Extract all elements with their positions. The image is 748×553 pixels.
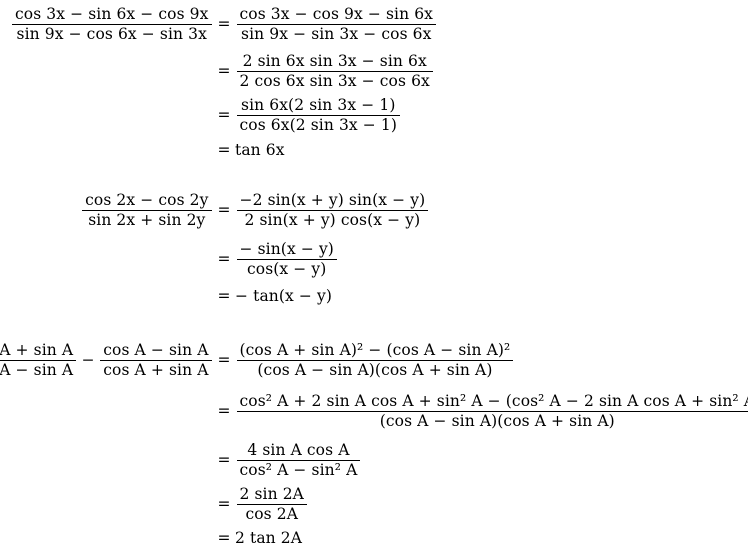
fraction: cos² A + 2 sin A cos A + sin² A − (cos² … xyxy=(236,392,748,430)
derivation-block-minus-tan: cos 2x − cos 2y sin 2x + sin 2y = −2 sin… xyxy=(0,186,520,310)
fraction-denominator: sin 9x − cos 6x − sin 3x xyxy=(11,24,212,43)
fraction-denominator: sin 2x + sin 2y xyxy=(82,210,212,229)
equation-line: = 2 sin 6x sin 3x − sin 6x 2 cos 6x sin … xyxy=(0,50,500,94)
relation-symbol: = xyxy=(217,287,231,306)
equation-line: = tan 6x xyxy=(0,138,500,164)
equation-rhs: 2 tan 2A xyxy=(235,531,302,547)
relation-symbol: = xyxy=(217,450,231,469)
relation-symbol: = xyxy=(217,351,231,370)
fraction: cos 3x − sin 6x − cos 9x sin 9x − cos 6x… xyxy=(11,5,212,43)
derivation-block-tan6x: cos 3x − sin 6x − cos 9x sin 9x − cos 6x… xyxy=(0,0,500,164)
fraction: 4 sin A cos A cos² A − sin² A xyxy=(236,440,361,479)
fraction-denominator: (cos A − sin A)(cos A + sin A) xyxy=(236,360,514,379)
equation-lhs: cos 2x − cos 2y sin 2x + sin 2y xyxy=(0,193,213,229)
fraction-denominator: cos 2A xyxy=(236,504,307,523)
fraction-numerator: cos² A + 2 sin A cos A + sin² A − (cos² … xyxy=(239,392,748,411)
equation-line: = 2 tan 2A xyxy=(0,527,748,551)
relation-symbol: = xyxy=(217,141,231,160)
equation-lhs: cos A + sin A cos A − sin A − cos A − si… xyxy=(0,343,213,379)
equation-line: = 4 sin A cos A cos² A − sin² A xyxy=(0,438,748,483)
relation-symbol: = xyxy=(217,250,231,269)
equation-line: = − sin(x − y) cos(x − y) xyxy=(0,236,520,284)
fraction-numerator: − sin(x − y) xyxy=(239,240,334,259)
equation-line: = 2 sin 2A cos 2A xyxy=(0,483,748,527)
fraction: 2 sin 2A cos 2A xyxy=(236,485,307,523)
fraction-numerator: −2 sin(x + y) sin(x − y) xyxy=(239,191,426,210)
equation-line: cos 2x − cos 2y sin 2x + sin 2y = −2 sin… xyxy=(0,186,520,236)
fraction-denominator: 2 cos 6x sin 3x − cos 6x xyxy=(236,71,433,90)
equation-line: = − tan(x − y) xyxy=(0,284,520,310)
equation-rhs: 4 sin A cos A cos² A − sin² A xyxy=(235,440,362,479)
relation-symbol: = xyxy=(217,495,231,514)
relation-symbol: = xyxy=(217,402,231,421)
relation-symbol: = xyxy=(217,15,231,34)
fraction-denominator: (cos A − sin A)(cos A + sin A) xyxy=(236,411,748,430)
fraction-numerator: 4 sin A cos A xyxy=(247,440,350,459)
fraction-denominator: sin 9x − sin 3x − cos 6x xyxy=(236,24,437,43)
relation-symbol: = xyxy=(217,62,231,81)
equation-rhs: cos² A + 2 sin A cos A + sin² A − (cos² … xyxy=(235,394,748,430)
fraction-denominator: cos 6x(2 sin 3x − 1) xyxy=(236,115,401,134)
fraction: sin 6x(2 sin 3x − 1) cos 6x(2 sin 3x − 1… xyxy=(236,96,401,134)
equation-rhs: −2 sin(x + y) sin(x − y) 2 sin(x + y) co… xyxy=(235,193,430,229)
fraction-denominator: cos A + sin A xyxy=(100,360,212,379)
relation-symbol: = xyxy=(217,106,231,125)
equation-line: = sin 6x(2 sin 3x − 1) cos 6x(2 sin 3x −… xyxy=(0,94,500,138)
derivation-block-two-tan-2A: cos A + sin A cos A − sin A − cos A − si… xyxy=(0,336,748,551)
equation-rhs: sin 6x(2 sin 3x − 1) cos 6x(2 sin 3x − 1… xyxy=(235,98,402,134)
expression: − tan(x − y) xyxy=(235,287,333,306)
expression: tan 6x xyxy=(235,141,285,160)
fraction: cos A − sin A cos A + sin A xyxy=(100,341,212,379)
expression: 2 tan 2A xyxy=(235,529,303,548)
fraction-numerator: 2 sin 2A xyxy=(239,485,304,504)
equation-line: cos A + sin A cos A − sin A − cos A − si… xyxy=(0,336,748,386)
derivation-block-clip: cos A + sin A cos A − sin A − cos A − si… xyxy=(0,336,748,553)
fraction: (cos A + sin A)² − (cos A − sin A)² (cos… xyxy=(236,341,514,379)
fraction: −2 sin(x + y) sin(x − y) 2 sin(x + y) co… xyxy=(236,191,429,229)
equation-rhs: 2 sin 2A cos 2A xyxy=(235,487,308,523)
fraction-numerator: 2 sin 6x sin 3x − sin 6x xyxy=(242,52,427,71)
fraction-numerator: cos A + sin A xyxy=(0,341,74,360)
fraction: cos 3x − cos 9x − sin 6x sin 9x − sin 3x… xyxy=(236,5,437,43)
equation-rhs: (cos A + sin A)² − (cos A − sin A)² (cos… xyxy=(235,343,515,379)
fraction-denominator: cos(x − y) xyxy=(236,259,337,278)
math-document-page: cos 3x − sin 6x − cos 9x sin 9x − cos 6x… xyxy=(0,0,748,553)
fraction: cos A + sin A cos A − sin A xyxy=(0,341,77,379)
fraction: 2 sin 6x sin 3x − sin 6x 2 cos 6x sin 3x… xyxy=(236,52,433,90)
fraction-denominator: cos A − sin A xyxy=(0,360,77,379)
fraction-numerator: cos 3x − sin 6x − cos 9x xyxy=(14,5,209,24)
binary-operator: − xyxy=(81,351,95,370)
equation-lhs: cos 3x − sin 6x − cos 9x sin 9x − cos 6x… xyxy=(0,7,213,43)
equation-rhs: cos 3x − cos 9x − sin 6x sin 9x − sin 3x… xyxy=(235,7,438,43)
fraction-numerator: cos 3x − cos 9x − sin 6x xyxy=(239,5,434,24)
equation-rhs: − sin(x − y) cos(x − y) xyxy=(235,242,338,278)
relation-symbol: = xyxy=(217,201,231,220)
fraction: cos 2x − cos 2y sin 2x + sin 2y xyxy=(82,191,212,229)
equation-rhs: − tan(x − y) xyxy=(235,289,332,305)
equation-rhs: tan 6x xyxy=(235,143,285,159)
fraction-numerator: cos A − sin A xyxy=(103,341,209,360)
fraction-numerator: (cos A + sin A)² − (cos A − sin A)² xyxy=(239,341,511,360)
relation-symbol: = xyxy=(217,529,231,548)
fraction-numerator: cos 2x − cos 2y xyxy=(85,191,209,210)
equation-rhs: 2 sin 6x sin 3x − sin 6x 2 cos 6x sin 3x… xyxy=(235,54,434,90)
equation-line: = cos² A + 2 sin A cos A + sin² A − (cos… xyxy=(0,386,748,438)
equation-line: cos 3x − sin 6x − cos 9x sin 9x − cos 6x… xyxy=(0,0,500,50)
fraction: − sin(x − y) cos(x − y) xyxy=(236,240,337,278)
fraction-numerator: sin 6x(2 sin 3x − 1) xyxy=(241,96,396,115)
fraction-denominator: 2 sin(x + y) cos(x − y) xyxy=(236,210,429,229)
fraction-denominator: cos² A − sin² A xyxy=(236,459,361,479)
